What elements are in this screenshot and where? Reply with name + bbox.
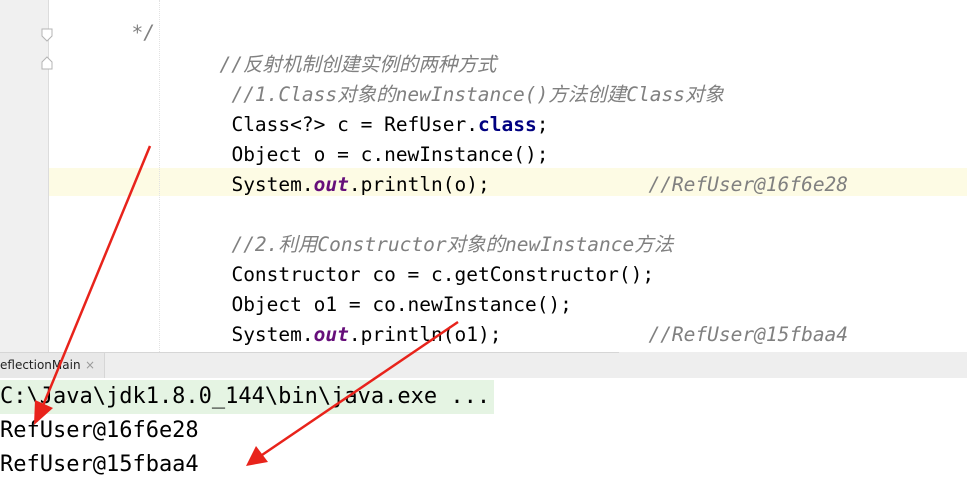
code-line: */	[61, 0, 154, 78]
code-line: //RefUser@15fbaa4	[578, 290, 848, 352]
code-text: System.	[231, 173, 314, 196]
code-area[interactable]: */ //反射机制创建实例的两种方式 //1.Class对象的newInstan…	[49, 0, 967, 352]
code-text: .println(o);	[348, 173, 490, 196]
editor-gutter	[0, 0, 53, 352]
console-command-line: C:\Java\jdk1.8.0_144\bin\java.exe ...	[0, 380, 495, 414]
tab-divider	[104, 352, 619, 353]
console-output-line: RefUser@15fbaa4	[0, 452, 199, 477]
run-config-tab[interactable]: eflectionMain ×	[0, 352, 105, 379]
comment-text: //RefUser@15fbaa4	[648, 323, 849, 346]
close-icon[interactable]: ×	[85, 358, 95, 372]
comment-text: //RefUser@16f6e28	[648, 173, 849, 196]
console-output-line: RefUser@16f6e28	[0, 418, 199, 443]
run-tab-label: eflectionMain	[0, 358, 81, 372]
run-tool-window-tabbar: eflectionMain ×	[0, 352, 967, 379]
code-line: System.out.println(o1);	[161, 290, 502, 352]
code-text: System.	[231, 323, 314, 346]
static-field-text: out	[313, 173, 349, 196]
static-field-text: out	[313, 323, 349, 346]
code-editor[interactable]: */ //反射机制创建实例的两种方式 //1.Class对象的newInstan…	[0, 0, 967, 352]
code-text: .println(o1);	[348, 323, 502, 346]
console-output[interactable]: C:\Java\jdk1.8.0_144\bin\java.exe ... Re…	[0, 378, 967, 494]
